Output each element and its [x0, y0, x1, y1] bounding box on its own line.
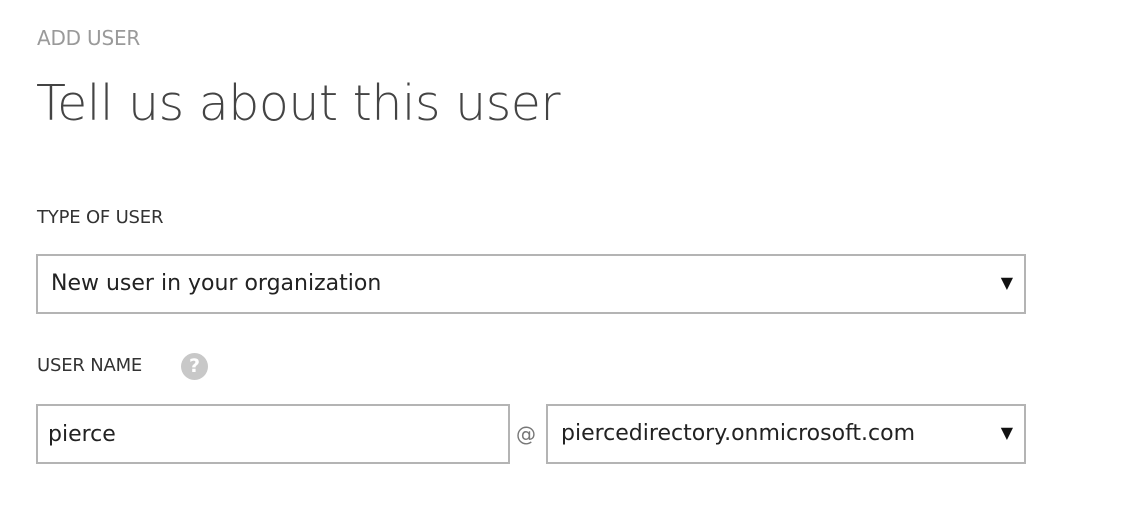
domain-selected-value: piercedirectory.onmicrosoft.com [561, 421, 916, 446]
question-mark-icon[interactable]: ? [181, 353, 208, 380]
triangle-down-icon: ▼ [1000, 423, 1013, 442]
type-of-user-label: TYPE OF USER [37, 207, 164, 228]
at-separator: @ [516, 422, 536, 446]
type-of-user-select[interactable]: New user in your organization ▼ [36, 254, 1026, 314]
user-name-input[interactable] [36, 404, 510, 464]
dialog-eyebrow: ADD USER [37, 26, 141, 50]
page-title: Tell us about this user [36, 75, 561, 132]
triangle-down-icon: ▼ [1000, 273, 1013, 292]
type-of-user-selected-value: New user in your organization [51, 271, 382, 296]
user-name-label: USER NAME [37, 355, 143, 376]
domain-select[interactable]: piercedirectory.onmicrosoft.com ▼ [546, 404, 1026, 464]
